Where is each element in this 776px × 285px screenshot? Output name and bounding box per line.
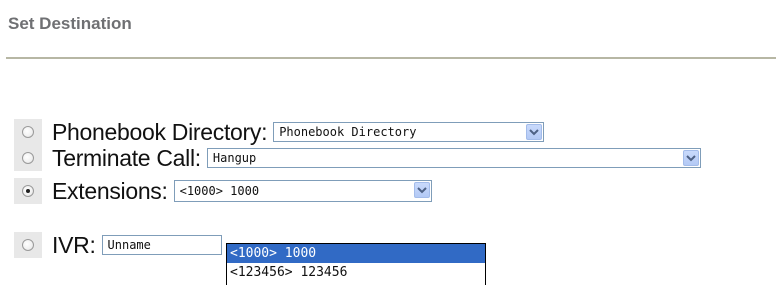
extensions-dropdown-list: <1000> 1000 <123456> 123456 — [226, 243, 486, 285]
title-divider — [6, 57, 776, 59]
chevron-down-icon[interactable] — [682, 150, 699, 166]
select-value: <1000> 1000 — [179, 184, 260, 198]
chevron-down-icon[interactable] — [526, 124, 543, 140]
select-phonebook-directory[interactable]: Phonebook Directory — [273, 122, 545, 142]
radio-extensions[interactable] — [22, 185, 34, 197]
dropdown-option[interactable]: <1000> 1000 — [227, 244, 485, 263]
radio-cell — [14, 178, 42, 204]
destination-row-terminate-call: Terminate Call: Hangup — [14, 145, 701, 171]
select-value: Unname — [107, 238, 151, 252]
select-extensions[interactable]: <1000> 1000 — [173, 180, 432, 202]
radio-cell — [14, 119, 42, 145]
dropdown-option[interactable]: <123456> 123456 — [227, 263, 485, 282]
select-value: Phonebook Directory — [279, 125, 417, 139]
destination-row-ivr: IVR: Unname — [14, 232, 222, 258]
select-value: Hangup — [212, 151, 257, 165]
section-title: Set Destination — [8, 14, 132, 33]
label-ivr: IVR: — [52, 231, 96, 258]
select-ivr[interactable]: Unname — [101, 235, 222, 255]
radio-cell — [14, 145, 42, 171]
label-extensions: Extensions: — [52, 177, 168, 204]
chevron-down-icon[interactable] — [413, 182, 430, 198]
label-terminate-call: Terminate Call: — [52, 144, 201, 171]
label-phonebook-directory: Phonebook Directory: — [52, 118, 268, 145]
destination-row-extensions: Extensions: <1000> 1000 — [14, 178, 432, 204]
radio-terminate-call[interactable] — [22, 152, 34, 164]
destination-row-phonebook: Phonebook Directory: Phonebook Directory — [14, 118, 545, 145]
radio-ivr[interactable] — [22, 239, 34, 251]
radio-phonebook-directory[interactable] — [22, 126, 34, 138]
radio-cell — [14, 232, 42, 258]
select-terminate-call[interactable]: Hangup — [206, 148, 701, 168]
